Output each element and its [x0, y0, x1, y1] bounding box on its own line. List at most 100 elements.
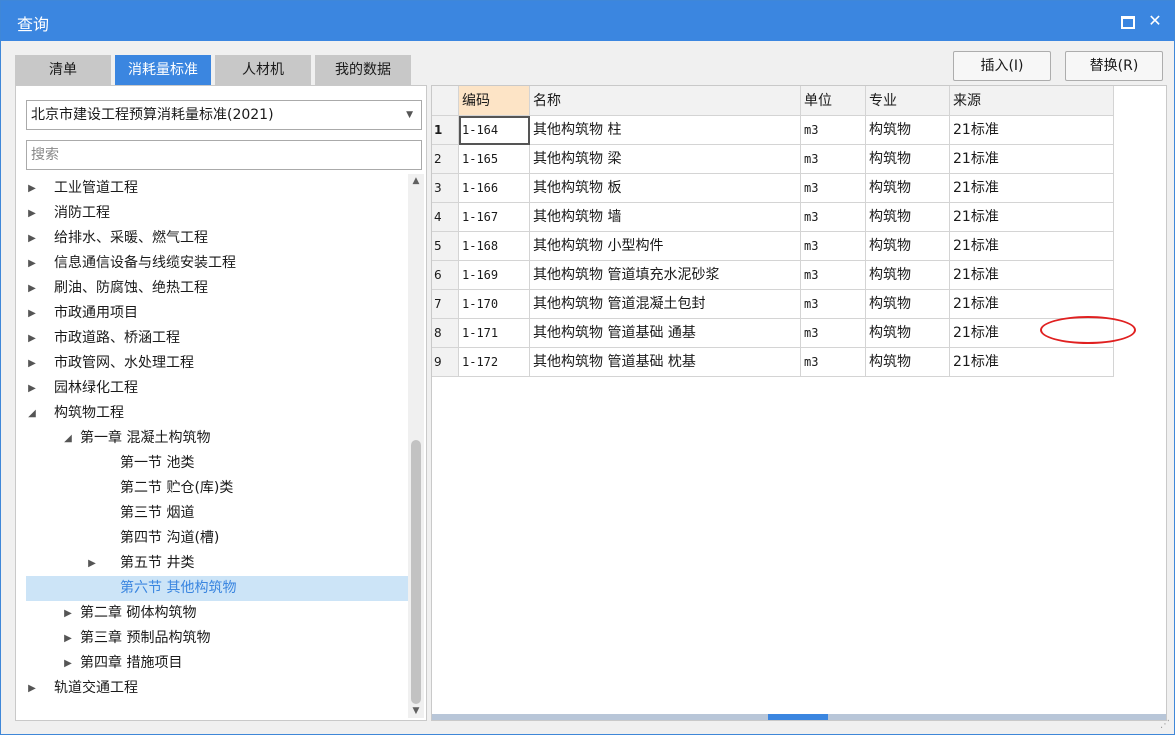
- tree-item[interactable]: ▶ 市政道路、桥涵工程: [26, 326, 408, 351]
- source-cell[interactable]: 21标准: [950, 174, 1114, 203]
- major-cell[interactable]: 构筑物: [866, 348, 950, 377]
- tree-item[interactable]: ◢ 构筑物工程: [26, 401, 408, 426]
- tree-item[interactable]: ▶ 第五节 井类: [26, 551, 408, 576]
- source-cell[interactable]: 21标准: [950, 203, 1114, 232]
- unit-cell[interactable]: m3: [801, 203, 866, 232]
- tree-item[interactable]: ▶ 工业管道工程: [26, 176, 408, 201]
- grid-horizontal-scrollbar[interactable]: [432, 714, 1166, 720]
- unit-cell[interactable]: m3: [801, 348, 866, 377]
- tree-item[interactable]: ▶ 市政管网、水处理工程: [26, 351, 408, 376]
- caret-collapsed-icon[interactable]: ▶: [26, 176, 38, 201]
- row-number[interactable]: 3: [432, 174, 459, 203]
- name-cell[interactable]: 其他构筑物 管道混凝土包封: [530, 290, 801, 319]
- tree-item[interactable]: ▶ 第四章 措施项目: [26, 651, 408, 676]
- row-number[interactable]: 7: [432, 290, 459, 319]
- row-number[interactable]: 8: [432, 319, 459, 348]
- caret-collapsed-icon[interactable]: ▶: [26, 376, 38, 401]
- standard-select[interactable]: 北京市建设工程预算消耗量标准(2021) ▼: [26, 100, 422, 130]
- name-cell[interactable]: 其他构筑物 小型构件: [530, 232, 801, 261]
- caret-collapsed-icon[interactable]: ▶: [86, 551, 98, 576]
- major-cell[interactable]: 构筑物: [866, 203, 950, 232]
- caret-collapsed-icon[interactable]: ▶: [26, 276, 38, 301]
- header-code[interactable]: 编码: [459, 86, 530, 116]
- tree-item[interactable]: 第二节 贮仓(库)类: [26, 476, 408, 501]
- major-cell[interactable]: 构筑物: [866, 319, 950, 348]
- caret-collapsed-icon[interactable]: ▶: [62, 601, 74, 626]
- tree-item[interactable]: ▶ 市政通用项目: [26, 301, 408, 326]
- unit-cell[interactable]: m3: [801, 261, 866, 290]
- tree-item[interactable]: ▶ 消防工程: [26, 201, 408, 226]
- name-cell[interactable]: 其他构筑物 管道填充水泥砂浆: [530, 261, 801, 290]
- header-source[interactable]: 来源: [950, 86, 1114, 116]
- tree-item[interactable]: ▶ 给排水、采暖、燃气工程: [26, 226, 408, 251]
- code-cell[interactable]: 1-168: [459, 232, 530, 261]
- code-cell[interactable]: 1-167: [459, 203, 530, 232]
- row-number[interactable]: 6: [432, 261, 459, 290]
- name-cell[interactable]: 其他构筑物 管道基础 枕基: [530, 348, 801, 377]
- resize-grip-icon[interactable]: ⋰: [1160, 719, 1170, 730]
- tree-item[interactable]: ▶ 刷油、防腐蚀、绝热工程: [26, 276, 408, 301]
- unit-cell[interactable]: m3: [801, 174, 866, 203]
- caret-collapsed-icon[interactable]: ▶: [26, 351, 38, 376]
- code-cell[interactable]: 1-172: [459, 348, 530, 377]
- unit-cell[interactable]: m3: [801, 290, 866, 319]
- code-cell[interactable]: 1-169: [459, 261, 530, 290]
- caret-collapsed-icon[interactable]: ▶: [62, 626, 74, 651]
- name-cell[interactable]: 其他构筑物 柱: [530, 116, 801, 145]
- maximize-icon[interactable]: [1117, 11, 1137, 31]
- tab-consumption-standard[interactable]: 消耗量标准: [115, 55, 211, 85]
- unit-cell[interactable]: m3: [801, 232, 866, 261]
- replace-button[interactable]: 替换(R): [1065, 51, 1163, 81]
- caret-expanded-icon[interactable]: ◢: [26, 401, 38, 426]
- name-cell[interactable]: 其他构筑物 梁: [530, 145, 801, 174]
- code-cell[interactable]: 1-164: [459, 116, 530, 145]
- source-cell[interactable]: 21标准: [950, 145, 1114, 174]
- tab-bill[interactable]: 清单: [15, 55, 111, 85]
- header-name[interactable]: 名称: [530, 86, 801, 116]
- tab-my-data[interactable]: 我的数据: [315, 55, 411, 85]
- code-cell[interactable]: 1-171: [459, 319, 530, 348]
- row-number[interactable]: 5: [432, 232, 459, 261]
- source-cell[interactable]: 21标准: [950, 261, 1114, 290]
- major-cell[interactable]: 构筑物: [866, 145, 950, 174]
- caret-collapsed-icon[interactable]: ▶: [62, 651, 74, 676]
- scroll-up-icon[interactable]: ▲: [408, 174, 424, 188]
- code-cell[interactable]: 1-170: [459, 290, 530, 319]
- caret-expanded-icon[interactable]: ◢: [62, 426, 74, 451]
- major-cell[interactable]: 构筑物: [866, 290, 950, 319]
- row-number[interactable]: 9: [432, 348, 459, 377]
- scroll-grip[interactable]: [768, 714, 828, 720]
- scroll-down-icon[interactable]: ▼: [408, 704, 424, 718]
- caret-collapsed-icon[interactable]: ▶: [26, 676, 38, 701]
- source-cell[interactable]: 21标准: [950, 232, 1114, 261]
- tree-item[interactable]: ▶ 轨道交通工程: [26, 676, 408, 701]
- row-number[interactable]: 1: [432, 116, 459, 145]
- unit-cell[interactable]: m3: [801, 145, 866, 174]
- caret-collapsed-icon[interactable]: ▶: [26, 251, 38, 276]
- name-cell[interactable]: 其他构筑物 板: [530, 174, 801, 203]
- search-input[interactable]: [26, 140, 422, 170]
- source-cell[interactable]: 21标准: [950, 319, 1114, 348]
- tree-item[interactable]: 第六节 其他构筑物: [26, 576, 408, 601]
- tree-item[interactable]: ▶ 园林绿化工程: [26, 376, 408, 401]
- close-icon[interactable]: ✕: [1145, 11, 1165, 31]
- source-cell[interactable]: 21标准: [950, 290, 1114, 319]
- caret-collapsed-icon[interactable]: ▶: [26, 301, 38, 326]
- unit-cell[interactable]: m3: [801, 116, 866, 145]
- caret-collapsed-icon[interactable]: ▶: [26, 226, 38, 251]
- major-cell[interactable]: 构筑物: [866, 116, 950, 145]
- tree-item[interactable]: ▶ 第三章 预制品构筑物: [26, 626, 408, 651]
- name-cell[interactable]: 其他构筑物 墙: [530, 203, 801, 232]
- tree-item[interactable]: ◢ 第一章 混凝土构筑物: [26, 426, 408, 451]
- row-number[interactable]: 2: [432, 145, 459, 174]
- tree-scrollbar[interactable]: ▲ ▼: [408, 174, 424, 718]
- major-cell[interactable]: 构筑物: [866, 174, 950, 203]
- scroll-thumb[interactable]: [411, 440, 421, 704]
- tree-item[interactable]: ▶ 信息通信设备与线缆安装工程: [26, 251, 408, 276]
- tree-item[interactable]: 第一节 池类: [26, 451, 408, 476]
- major-cell[interactable]: 构筑物: [866, 261, 950, 290]
- code-cell[interactable]: 1-166: [459, 174, 530, 203]
- tree-item[interactable]: 第三节 烟道: [26, 501, 408, 526]
- header-unit[interactable]: 单位: [801, 86, 866, 116]
- caret-collapsed-icon[interactable]: ▶: [26, 201, 38, 226]
